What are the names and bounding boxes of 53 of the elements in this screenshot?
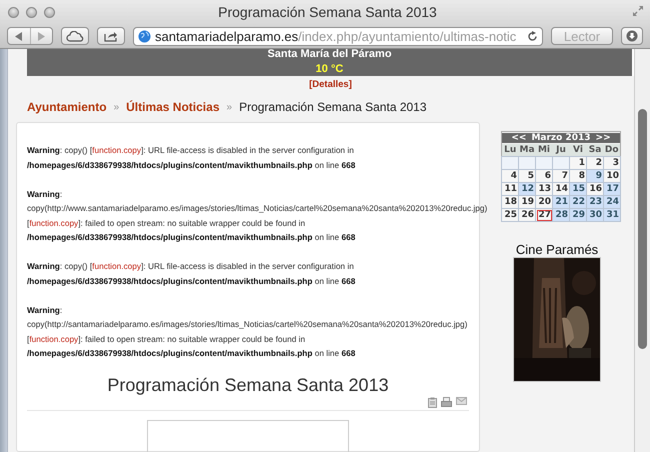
window-control-button[interactable] — [26, 6, 37, 18]
forward-icon — [37, 32, 46, 40]
warning-text: copy(http://www.santamariadelparamo.es/images/stories/ltimas_Noticias/cartel%20semana%20santa%202013%20reduc.jpg) — [27, 202, 488, 215]
cloud-icon — [66, 30, 84, 42]
warning-text: [function.copy]: failed to open stream: no suitable wrapper could be found in — [27, 216, 306, 230]
previous-month-link[interactable]: << — [511, 133, 526, 143]
weekday-label: Lu — [502, 144, 518, 156]
warning-text: [function.copy]: failed to open stream: no suitable wrapper could be found in — [27, 332, 306, 346]
clipboard-icon[interactable] — [428, 397, 437, 408]
warning-text: Warning: copy() [function.copy]: URL file-access is disabled in the server configuration in — [27, 260, 354, 273]
next-month-link[interactable]: >> — [596, 133, 611, 143]
cinema-heading: Cine Paramés — [516, 242, 598, 257]
scrollbar[interactable] — [634, 49, 650, 452]
location-name: Santa María del Páramo — [267, 49, 392, 60]
breadcrumb-current: Programación Semana Santa 2013 — [239, 100, 427, 114]
download-icon — [626, 30, 638, 42]
share-button[interactable] — [97, 27, 125, 45]
details-link[interactable]: [Detalles] — [309, 79, 352, 90]
calendar-day[interactable]: 3 — [604, 156, 620, 170]
warning-text: /homepages/6/d338679938/htdocs/plugins/content/mavikthumbnails.php on line 668 — [27, 158, 356, 172]
address-field[interactable]: santamariadelparamo.es/index.php/ayuntamiento/ultimas-notic — [133, 26, 543, 46]
calendar-day[interactable]: 4 — [502, 170, 518, 182]
printer-icon[interactable] — [441, 397, 452, 408]
url-text: santamariadelparamo.es/index.php/ayuntamiento/ultimas-notic — [155, 28, 518, 44]
share-icon — [104, 30, 118, 42]
back-icon — [14, 32, 23, 40]
calendar-day[interactable]: 2 — [586, 156, 604, 170]
fullscreen-icon[interactable] — [632, 5, 644, 17]
reload-icon[interactable] — [527, 30, 538, 42]
download-button[interactable] — [621, 27, 643, 45]
window-control-button[interactable] — [8, 6, 19, 18]
warning-text: Warning: — [27, 304, 62, 317]
breadcrumb-separator: » — [226, 102, 232, 112]
warning-text: /homepages/6/d338679938/htdocs/plugins/content/mavikthumbnails.php on line 668 — [27, 231, 356, 244]
calendar-day[interactable]: 18 — [502, 196, 518, 208]
calendar-day[interactable]: 11 — [502, 182, 518, 196]
article-title: Programación Semana Santa 2013 — [106, 375, 390, 396]
breadcrumb-link[interactable]: Últimas Noticias — [126, 100, 220, 114]
breadcrumb-separator: » — [114, 102, 120, 112]
temperature: 10 °C — [27, 62, 634, 76]
window-title: Programación Semana Santa 2013 — [217, 4, 438, 20]
warning-text: /homepages/6/d338679938/htdocs/plugins/content/mavikthumbnails.php on line 668 — [27, 274, 356, 288]
breadcrumb-link[interactable]: Ayuntamiento — [27, 100, 107, 114]
calendar-day[interactable]: 25 — [502, 208, 518, 222]
month-label: Marzo 2013 — [531, 133, 591, 143]
cloud-button[interactable] — [61, 27, 89, 45]
warning-text: Warning: — [27, 188, 62, 201]
window-control-button[interactable] — [44, 6, 55, 18]
warning-text: /homepages/6/d338679938/htdocs/plugins/content/mavikthumbnails.php on line 668 — [27, 347, 356, 360]
warning-text: copy(http://santamariadelparamo.es/images/stories/ltimas_Noticias/cartel%20semana%20santa%202013%20reduc.jpg) — [27, 318, 468, 331]
calendar-day[interactable]: 1 — [570, 156, 586, 170]
warning-text: Warning: copy() [function.copy]: URL file-access is disabled in the server configuration in — [27, 144, 354, 157]
globe-icon — [138, 30, 151, 42]
